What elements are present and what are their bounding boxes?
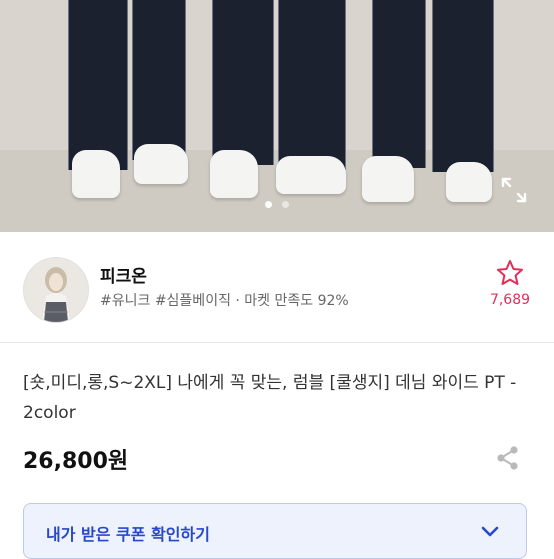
- coupon-check-button[interactable]: 내가 받은 쿠폰 확인하기: [23, 503, 527, 559]
- carousel-dot[interactable]: [282, 201, 289, 208]
- carousel-pagination: [0, 193, 554, 212]
- photo-jeans-leg: [372, 0, 426, 168]
- seller-tags: #유니크 #심플베이직 · 마켓 만족도 92%: [100, 293, 349, 309]
- photo-jeans-leg: [132, 0, 186, 160]
- chevron-down-icon: [479, 520, 501, 542]
- product-image-carousel[interactable]: [0, 0, 554, 232]
- photo-jeans-leg: [212, 0, 274, 165]
- carousel-dot-active[interactable]: [265, 201, 272, 208]
- section-divider: [0, 342, 554, 343]
- photo-sneaker: [276, 156, 346, 194]
- seller-avatar[interactable]: [23, 257, 89, 323]
- coupon-label: 내가 받은 쿠폰 확인하기: [46, 525, 210, 544]
- photo-jeans-leg: [68, 0, 128, 170]
- seller-name[interactable]: 피크온: [100, 262, 147, 287]
- photo-sneaker: [210, 150, 258, 198]
- seller-info: 피크온 #유니크 #심플베이직 · 마켓 만족도 92% 7,689: [0, 232, 554, 342]
- photo-jeans-leg: [278, 0, 346, 170]
- star-icon[interactable]: [495, 258, 525, 288]
- share-icon[interactable]: [494, 444, 522, 472]
- like-count: 7,689: [489, 292, 531, 308]
- expand-icon[interactable]: [498, 174, 530, 206]
- photo-sneaker: [134, 144, 188, 184]
- photo-jeans-leg: [432, 0, 494, 172]
- product-title: [숏,미디,롱,S~2XL] 나에게 꼭 맞는, 럼블 [쿨생지] 데님 와이드…: [23, 373, 517, 423]
- photo-sneaker: [72, 150, 120, 198]
- product-price: 26,800원: [23, 449, 129, 474]
